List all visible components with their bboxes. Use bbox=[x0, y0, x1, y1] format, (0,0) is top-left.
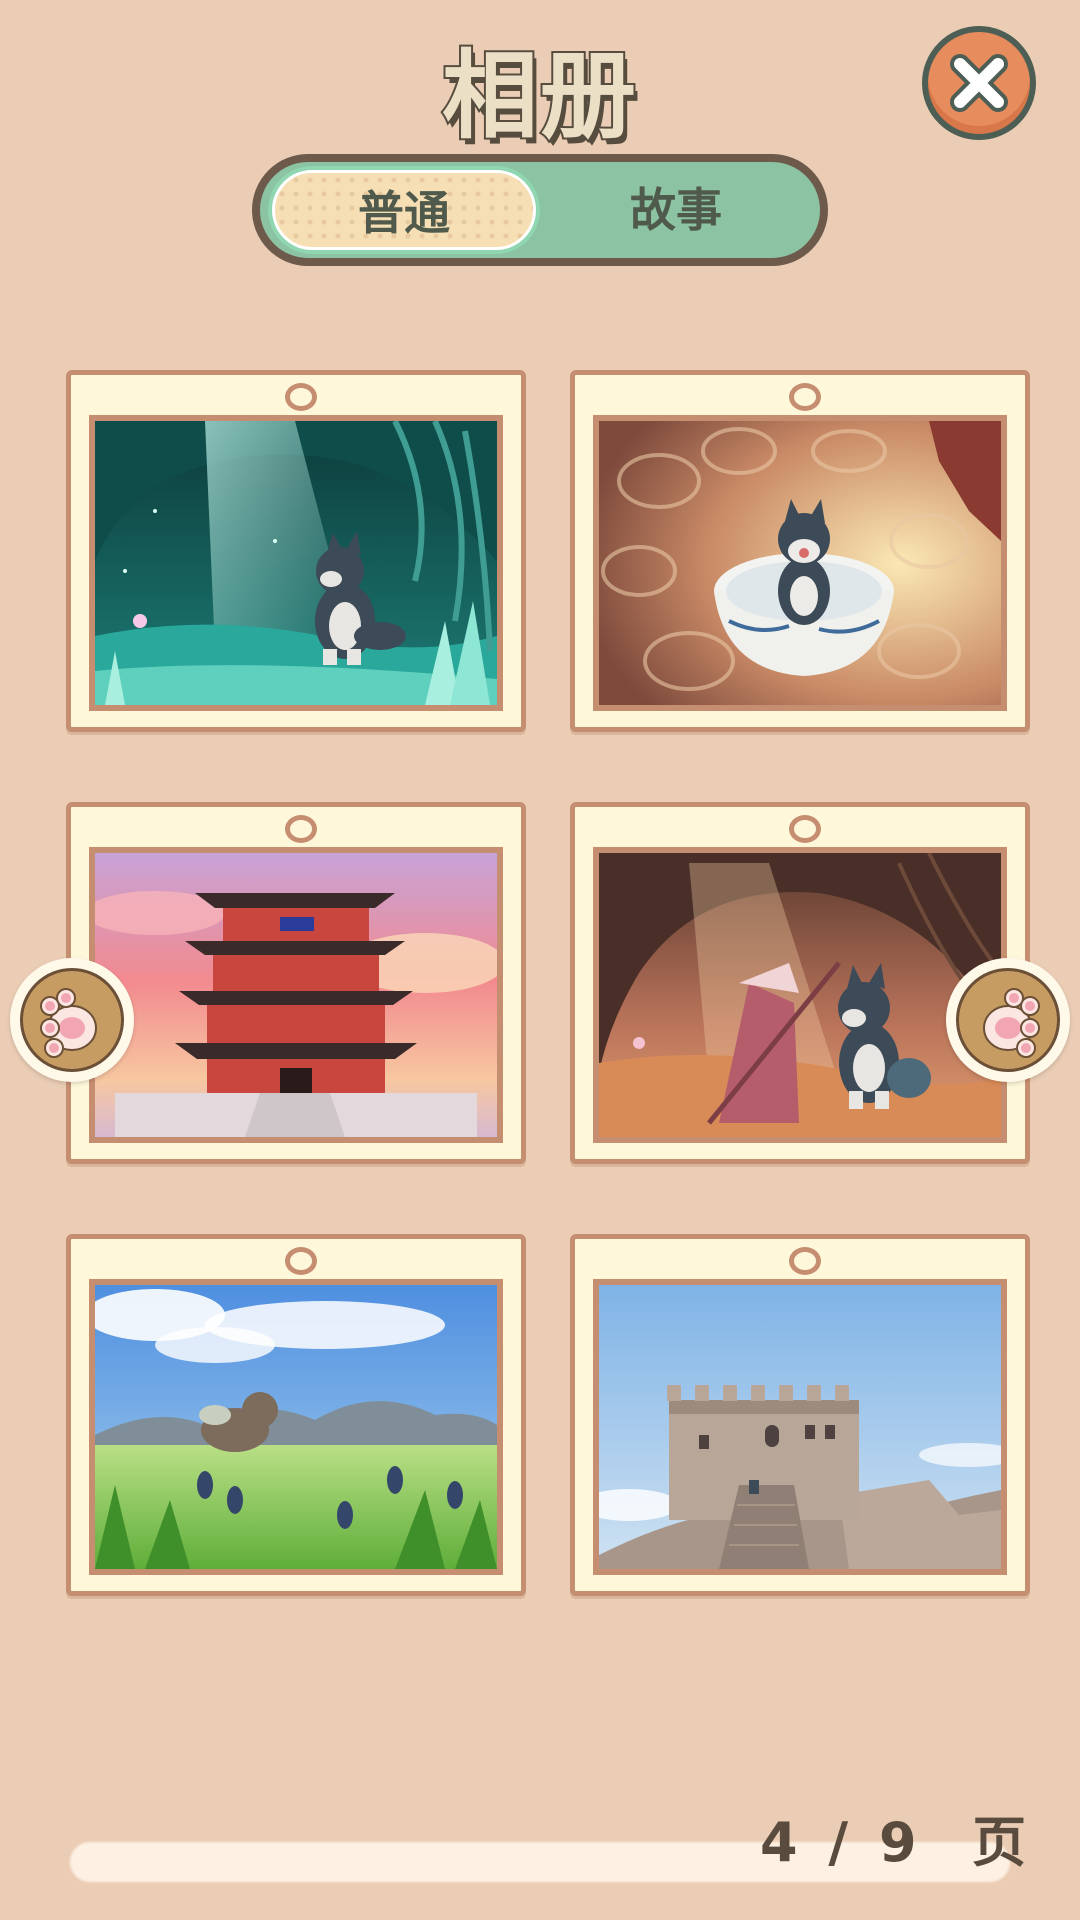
page-separator: / bbox=[828, 1811, 855, 1874]
photo-card-5[interactable] bbox=[66, 1234, 526, 1596]
photo-pavilion bbox=[89, 847, 503, 1143]
frame-hook bbox=[285, 815, 317, 843]
next-page-button[interactable] bbox=[946, 958, 1070, 1082]
frame-hook bbox=[789, 383, 821, 411]
page-total: 9 bbox=[878, 1811, 923, 1874]
frame-hook bbox=[285, 383, 317, 411]
photo-bowl bbox=[593, 415, 1007, 711]
photo-card-1[interactable] bbox=[66, 370, 526, 732]
tab-bar: 普通 故事 bbox=[252, 154, 828, 266]
photo-cave-warrior bbox=[593, 847, 1007, 1143]
prev-page-button[interactable] bbox=[10, 958, 134, 1082]
page-indicator: 4 / 9 页 bbox=[760, 1798, 1032, 1877]
page-current: 4 bbox=[760, 1811, 804, 1874]
frame-hook bbox=[285, 1247, 317, 1275]
photo-card-2[interactable] bbox=[570, 370, 1030, 732]
tab-normal[interactable]: 普通 bbox=[272, 170, 536, 250]
photo-meadow bbox=[89, 1279, 503, 1575]
paw-left-icon bbox=[40, 988, 97, 1058]
photo-cave-teal bbox=[89, 415, 503, 711]
close-button[interactable] bbox=[922, 26, 1036, 140]
page-unit: 页 bbox=[972, 1811, 1033, 1874]
page-title: 相册 bbox=[440, 38, 638, 154]
photo-great-wall bbox=[593, 1279, 1007, 1575]
frame-hook bbox=[789, 815, 821, 843]
frame-hook bbox=[789, 1247, 821, 1275]
photo-card-6[interactable] bbox=[570, 1234, 1030, 1596]
photo-card-3[interactable] bbox=[66, 802, 526, 1164]
close-icon bbox=[950, 54, 1008, 112]
tab-story[interactable]: 故事 bbox=[544, 162, 808, 258]
paw-right-icon bbox=[983, 988, 1040, 1058]
